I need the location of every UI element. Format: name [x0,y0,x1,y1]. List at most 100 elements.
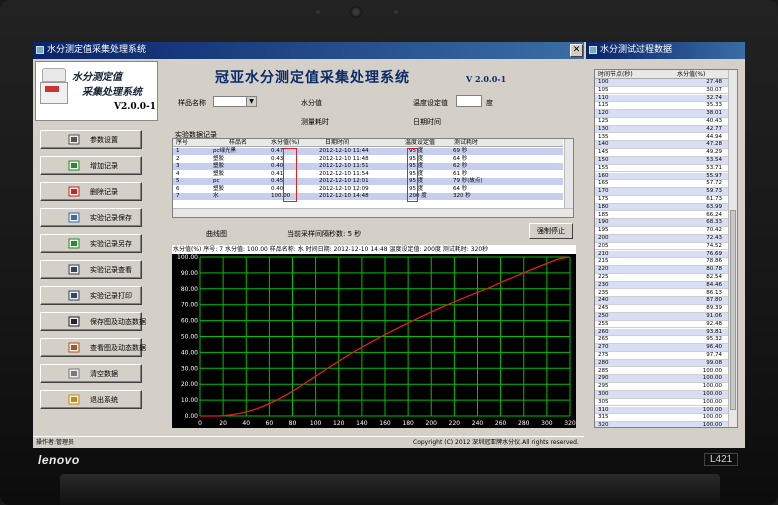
list-item[interactable]: 155 53.71 [595,165,730,173]
list-item[interactable]: 225 82.54 [595,274,730,282]
list-item[interactable]: 230 84.46 [595,281,730,290]
list-item[interactable]: 195 70.42 [595,227,730,235]
records-column-header[interactable]: 日期时间 [325,139,349,147]
sidebar-button-6[interactable]: 实验记录打印 [40,286,142,305]
list-item[interactable]: 200 72.43 [595,235,730,243]
list-item[interactable]: 130 42.77 [595,125,730,134]
list-item[interactable]: 295 100.00 [595,383,730,391]
process-time-cell: 160 [598,172,609,179]
list-item[interactable]: 245 89.39 [595,305,730,313]
list-item[interactable]: 140 47.28 [595,141,730,150]
table-row[interactable]: 7 水 100.00 2012-12-10 14:48 200 度 320 秒 [173,193,563,200]
list-item[interactable]: 265 95.32 [595,336,730,345]
temp-column-highlight [407,148,418,202]
process-window-titlebar[interactable]: 水分测试过程数据 [586,42,745,59]
list-item[interactable]: 100 27.48 [595,79,730,87]
list-item[interactable]: 275 97.74 [595,352,730,360]
table-cell-no: 3 [176,163,180,169]
process-time-cell: 245 [598,305,609,312]
list-item[interactable]: 105 30.07 [595,87,730,95]
close-button[interactable]: ✕ [570,44,583,57]
process-moisture-cell: 63.99 [706,203,722,210]
list-item[interactable]: 135 44.94 [595,134,730,142]
chevron-down-icon[interactable]: ▼ [246,97,256,106]
process-moisture-cell: 89.39 [706,305,722,312]
list-item[interactable]: 210 76.69 [595,250,730,259]
list-item[interactable]: 175 61.73 [595,196,730,204]
sidebar-button-2[interactable]: 删除记录 [40,182,142,201]
list-item[interactable]: 255 92.48 [595,321,730,329]
table-row[interactable]: 1 pc绿光黑 0.47 2012-12-10 11:44 95 度 69 秒 [173,148,563,155]
sample-name-select[interactable]: ▼ [213,96,257,107]
list-item[interactable]: 260 93.81 [595,328,730,337]
list-item[interactable]: 160 55.97 [595,172,730,181]
process-time-cell: 230 [598,281,609,288]
list-item[interactable]: 215 78.86 [595,258,730,267]
sidebar-button-3[interactable]: 实验记录保存 [40,208,142,227]
list-item[interactable]: 150 53.54 [595,157,730,165]
list-item[interactable]: 300 100.00 [595,391,730,399]
records-column-header[interactable]: 样品名 [229,139,247,147]
list-item[interactable]: 120 38.01 [595,110,730,118]
process-moisture-cell: 35.33 [706,102,722,109]
list-item[interactable]: 320 100.00 [595,422,730,427]
process-list-scroll-thumb[interactable] [730,210,736,410]
records-column-header[interactable]: 水分值(%) [271,139,299,147]
list-item[interactable]: 310 100.00 [595,406,730,415]
sidebar-button-5[interactable]: 实验记录查看 [40,260,142,279]
list-item[interactable]: 250 91.06 [595,313,730,321]
list-item[interactable]: 170 59.73 [595,188,730,196]
sidebar-button-7[interactable]: 保存图及动态数据 [40,312,146,331]
sample-name-label: 样品名称 [178,99,206,107]
list-item[interactable]: 110 32.74 [595,94,730,103]
records-column-header[interactable]: 测试耗时 [454,139,478,147]
table-row[interactable]: 5 pc 0.45 2012-12-10 12:01 95 度 79 秒(故点) [173,178,563,185]
force-stop-button[interactable]: 强制停止 [529,223,573,239]
records-horizontal-scrollbar[interactable] [173,208,573,217]
sidebar-button-0[interactable]: 参数设置 [40,130,142,149]
table-cell-time: 62 秒 [453,163,468,169]
process-list-scrollbar[interactable] [728,70,737,427]
list-item[interactable]: 290 100.00 [595,375,730,384]
sidebar-button-label: 实验记录打印 [90,292,132,300]
sidebar-button-8[interactable]: 查看图及动态数据 [40,338,146,357]
list-item[interactable]: 305 100.00 [595,399,730,407]
records-column-header[interactable]: 序号 [176,139,188,147]
process-moisture-cell: 100.00 [702,391,722,397]
records-vertical-scrollbar[interactable] [564,139,573,208]
sidebar-button-9[interactable]: 清空数据 [40,364,142,383]
process-time-cell: 270 [598,344,609,351]
process-moisture-cell: 86.13 [706,289,722,296]
table-row[interactable]: 2 塑胶 0.43 2012-12-10 11:48 95 度 64 秒 [173,156,563,163]
sidebar-button-1[interactable]: 增加记录 [40,156,142,175]
list-item[interactable]: 235 86.13 [595,290,730,298]
list-item[interactable]: 205 74.52 [595,243,730,251]
main-window-titlebar[interactable]: 水分测定值采集处理系统 ✕ [33,42,584,59]
temp-setting-input[interactable] [456,95,482,107]
records-column-header[interactable]: 温度设定值 [405,139,435,147]
list-item[interactable]: 125 40.43 [595,118,730,126]
table-row[interactable]: 6 塑胶 0.40 2012-12-10 12:09 95 度 64 秒 [173,186,563,193]
curve-label: 曲线图 [206,230,227,238]
list-item[interactable]: 240 87.80 [595,297,730,306]
list-item[interactable]: 190 68.33 [595,219,730,228]
table-row[interactable]: 3 塑胶 0.40 2012-12-10 11:51 95 度 62 秒 [173,163,563,170]
table-cell-moisture: 0.40 [271,185,284,192]
sidebar-button-10[interactable]: 退出系统 [40,390,142,409]
list-item[interactable]: 270 96.40 [595,344,730,352]
add-record-icon [68,160,80,171]
list-item[interactable]: 280 99.08 [595,359,730,368]
left-sidebar: 水分测定值 采集处理系统 V2.0.0-1 参数设置 增加记录 删除记录 实验记录保存… [33,59,160,436]
list-item[interactable]: 185 66.24 [595,212,730,220]
sidebar-button-4[interactable]: 实验记录另存 [40,234,142,253]
list-item[interactable]: 285 100.00 [595,368,730,376]
list-item[interactable]: 315 100.00 [595,414,730,423]
list-item[interactable]: 165 57.72 [595,180,730,189]
list-item[interactable]: 145 49.29 [595,149,730,157]
list-item[interactable]: 220 80.78 [595,266,730,274]
process-time-cell: 310 [598,406,609,413]
table-row[interactable]: 4 塑胶 0.41 2012-12-10 11:54 95 度 61 秒 [173,171,563,178]
list-item[interactable]: 115 35.33 [595,102,730,111]
process-moisture-cell: 44.94 [706,133,722,140]
list-item[interactable]: 180 63.99 [595,203,730,212]
